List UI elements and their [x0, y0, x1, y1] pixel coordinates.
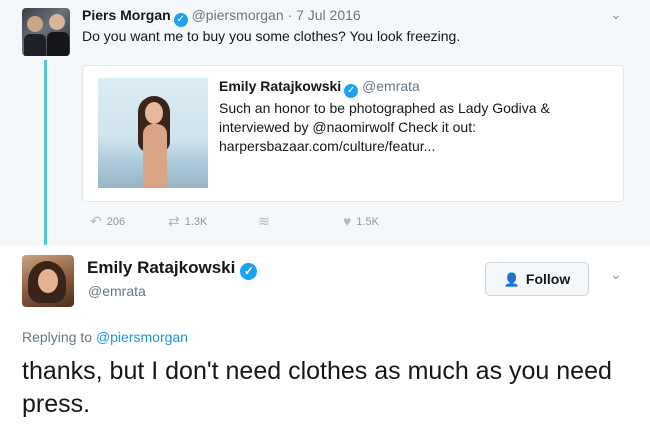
reply-author-name[interactable]: Emily Ratajkowski ✓: [87, 258, 258, 280]
reply-count: 206: [106, 216, 126, 228]
original-tweet-header: Piers Morgan ✓ @piersmorgan · 7 Jul 2016: [82, 7, 361, 27]
tweet-date[interactable]: 7 Jul 2016: [296, 7, 361, 23]
add-user-icon: 👤: [503, 272, 520, 287]
reply-button[interactable]: ↶ 206: [90, 213, 125, 230]
avatar-piers-morgan[interactable]: [22, 8, 70, 56]
quoted-tweet[interactable]: Emily Ratajkowski ✓ @emrata Such an honor…: [82, 65, 624, 202]
conversation-thread-line: [44, 60, 47, 245]
retweet-count: 1.3K: [184, 216, 208, 228]
retweet-button[interactable]: ⇄ 1.3K: [168, 213, 207, 230]
avatar-emily-ratajkowski[interactable]: [22, 255, 74, 307]
quoted-author-handle: @emrata: [362, 78, 420, 94]
reply-author-handle[interactable]: @emrata: [88, 283, 146, 299]
author-name[interactable]: Piers Morgan: [82, 7, 171, 23]
reply-tweet-text: thanks, but I don't need clothes as much…: [22, 357, 612, 418]
separator: ·: [287, 7, 293, 23]
author-handle[interactable]: @piersmorgan: [192, 7, 284, 23]
tweet-text: Do you want me to buy you some clothes? …: [82, 28, 461, 44]
retweet-icon: ⇄: [168, 213, 180, 229]
chevron-down-icon[interactable]: ⌄: [610, 266, 622, 283]
quoted-tweet-image[interactable]: [98, 78, 208, 188]
verified-icon: ✓: [240, 263, 258, 280]
follow-button[interactable]: 👤 Follow: [485, 262, 589, 296]
stack-button[interactable]: ≋: [258, 213, 275, 230]
original-tweet: Piers Morgan ✓ @piersmorgan · 7 Jul 2016 …: [0, 0, 650, 245]
chevron-down-icon[interactable]: ⌄: [610, 6, 622, 23]
replying-to: Replying to @piersmorgan: [22, 329, 188, 345]
quoted-tweet-text: Such an honor to be photographed as Lady…: [219, 100, 550, 154]
verified-icon: ✓: [344, 84, 359, 98]
like-count: 1.5K: [356, 216, 379, 228]
replying-to-handle[interactable]: @piersmorgan: [96, 329, 188, 345]
reply-icon: ↶: [90, 213, 102, 229]
quoted-author-name: Emily Ratajkowski: [219, 78, 342, 94]
like-button[interactable]: ♥ 1.5K: [343, 213, 379, 229]
heart-icon: ♥: [343, 213, 352, 229]
quoted-tweet-header: Emily Ratajkowski ✓ @emrata: [219, 78, 420, 98]
stack-icon: ≋: [258, 213, 270, 229]
verified-icon: ✓: [173, 13, 188, 27]
